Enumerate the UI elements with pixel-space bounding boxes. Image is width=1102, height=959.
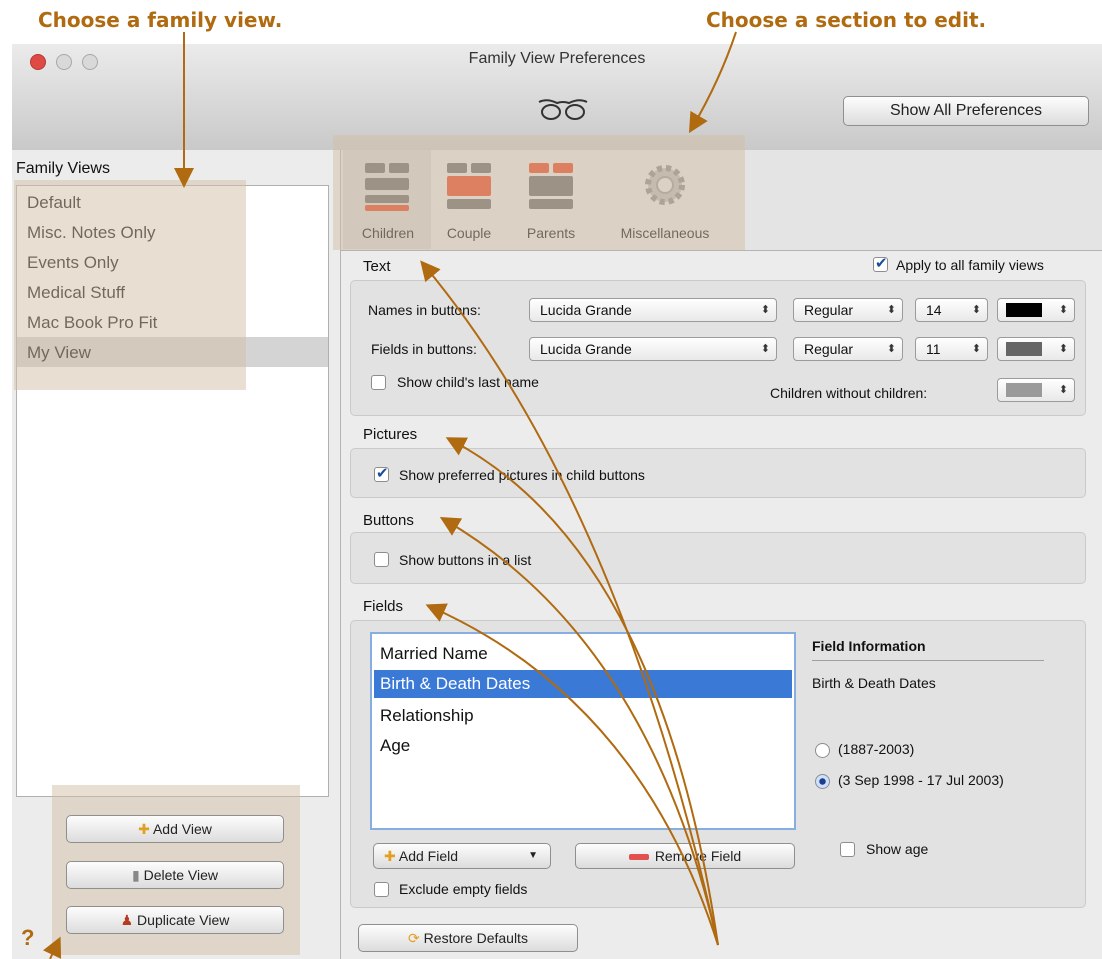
annotation-arrows <box>42 31 737 959</box>
arrow-help <box>42 936 62 959</box>
arrow-buttons <box>439 516 719 946</box>
arrow-text <box>420 260 719 946</box>
arrow-pictures <box>445 437 719 946</box>
arrow-section <box>688 31 737 134</box>
